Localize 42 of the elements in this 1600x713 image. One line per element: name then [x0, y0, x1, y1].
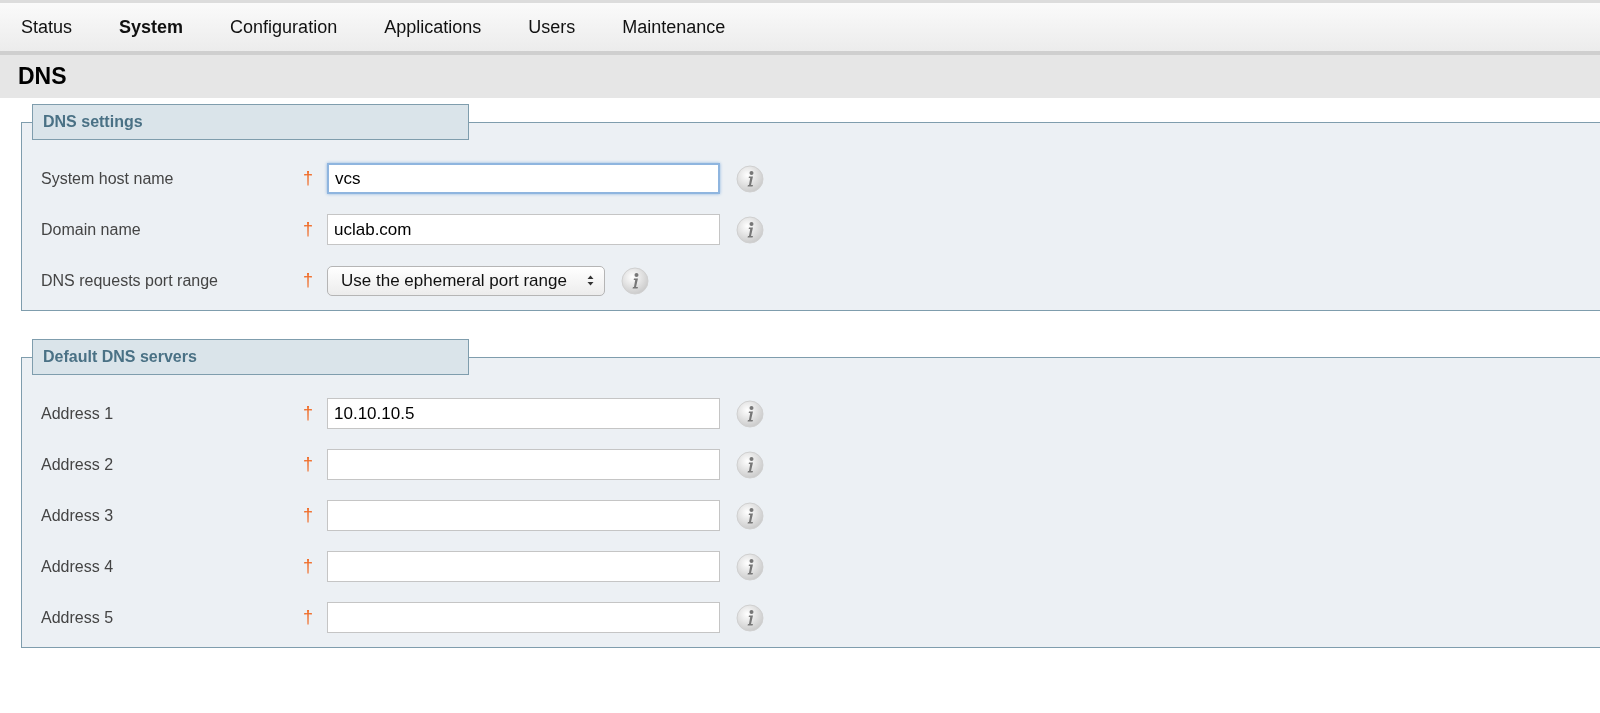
- nav-tab[interactable]: Users: [528, 16, 576, 38]
- field-label: System host name: [40, 169, 175, 188]
- section-title: DNS settings: [43, 113, 143, 131]
- required-mark: †: [303, 454, 314, 475]
- field-label: Address 4: [40, 557, 115, 576]
- field-label: DNS requests port range: [40, 271, 219, 290]
- info-icon[interactable]: [736, 164, 764, 193]
- updown-arrows-icon: [586, 275, 594, 286]
- required-mark: †: [303, 607, 314, 628]
- text-field[interactable]: uclab.com: [327, 214, 720, 245]
- required-mark: †: [303, 168, 314, 189]
- field-label: Address 3: [40, 506, 115, 525]
- field-label: Address 1: [40, 404, 115, 423]
- nav-tab[interactable]: Configuration: [230, 16, 338, 38]
- dropdown[interactable]: Use the ephemeral port range: [327, 265, 605, 296]
- nav-tab[interactable]: System: [119, 16, 184, 38]
- required-mark: †: [303, 556, 314, 577]
- required-mark: †: [303, 219, 314, 240]
- info-icon[interactable]: [736, 501, 764, 530]
- nav-tab[interactable]: Maintenance: [622, 16, 726, 38]
- text-field[interactable]: [327, 551, 720, 582]
- required-mark: †: [303, 403, 314, 424]
- field-label: Domain name: [40, 220, 142, 239]
- text-field[interactable]: vcs: [327, 163, 720, 194]
- info-icon[interactable]: [620, 266, 649, 295]
- text-field[interactable]: [327, 602, 720, 633]
- required-mark: †: [303, 270, 314, 291]
- required-mark: †: [303, 505, 314, 526]
- text-field[interactable]: 10.10.10.5: [327, 398, 720, 429]
- text-field[interactable]: [327, 449, 720, 480]
- info-icon[interactable]: [736, 552, 764, 581]
- section-title: Default DNS servers: [43, 348, 197, 366]
- nav-tab[interactable]: Applications: [384, 16, 482, 38]
- info-icon[interactable]: [736, 603, 764, 632]
- nav-tab[interactable]: Status: [21, 16, 73, 38]
- field-label: Address 5: [40, 608, 115, 627]
- field-label: Address 2: [40, 455, 115, 474]
- text-field[interactable]: [327, 500, 720, 531]
- info-icon[interactable]: [736, 215, 764, 244]
- info-icon[interactable]: [736, 399, 764, 428]
- page-title: DNS: [18, 63, 67, 90]
- info-icon[interactable]: [736, 450, 764, 479]
